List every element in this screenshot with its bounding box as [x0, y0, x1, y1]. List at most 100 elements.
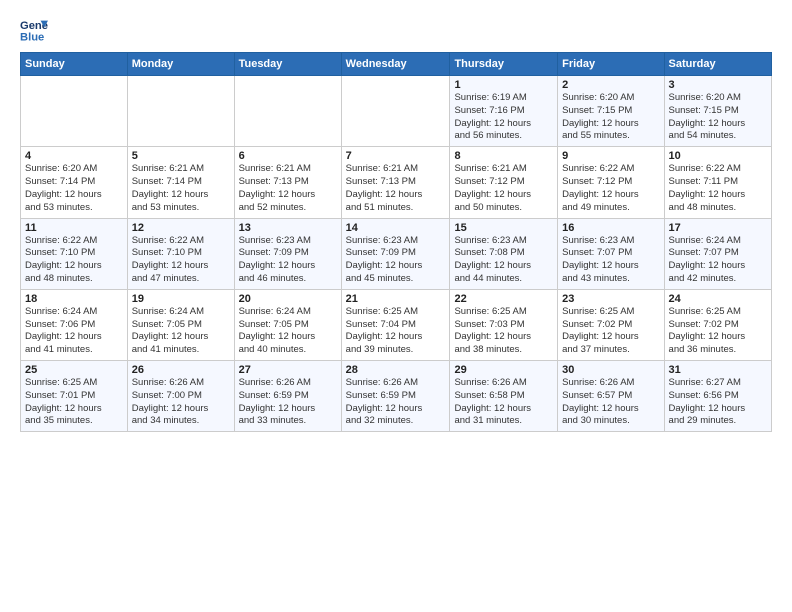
day-info: Sunrise: 6:22 AMSunset: 7:10 PMDaylight:…: [132, 235, 230, 286]
day-number: 20: [239, 293, 337, 305]
day-number: 16: [562, 222, 659, 234]
calendar-cell: [234, 76, 341, 147]
svg-text:Blue: Blue: [20, 31, 44, 43]
calendar-week-row: 18Sunrise: 6:24 AMSunset: 7:06 PMDayligh…: [21, 289, 772, 360]
calendar-cell: 12Sunrise: 6:22 AMSunset: 7:10 PMDayligh…: [127, 218, 234, 289]
day-info: Sunrise: 6:19 AMSunset: 7:16 PMDaylight:…: [454, 92, 553, 143]
day-number: 8: [454, 150, 553, 162]
day-info: Sunrise: 6:26 AMSunset: 6:59 PMDaylight:…: [346, 377, 446, 428]
calendar-cell: 27Sunrise: 6:26 AMSunset: 6:59 PMDayligh…: [234, 361, 341, 432]
day-info: Sunrise: 6:22 AMSunset: 7:10 PMDaylight:…: [25, 235, 123, 286]
day-info: Sunrise: 6:20 AMSunset: 7:15 PMDaylight:…: [562, 92, 659, 143]
calendar-cell: 8Sunrise: 6:21 AMSunset: 7:12 PMDaylight…: [450, 147, 558, 218]
calendar-week-row: 25Sunrise: 6:25 AMSunset: 7:01 PMDayligh…: [21, 361, 772, 432]
day-number: 11: [25, 222, 123, 234]
day-info: Sunrise: 6:27 AMSunset: 6:56 PMDaylight:…: [669, 377, 767, 428]
day-number: 26: [132, 364, 230, 376]
day-number: 1: [454, 79, 553, 91]
calendar-cell: 24Sunrise: 6:25 AMSunset: 7:02 PMDayligh…: [664, 289, 771, 360]
day-number: 12: [132, 222, 230, 234]
calendar-cell: 18Sunrise: 6:24 AMSunset: 7:06 PMDayligh…: [21, 289, 128, 360]
calendar-cell: [21, 76, 128, 147]
calendar-week-row: 1Sunrise: 6:19 AMSunset: 7:16 PMDaylight…: [21, 76, 772, 147]
calendar-cell: 7Sunrise: 6:21 AMSunset: 7:13 PMDaylight…: [341, 147, 450, 218]
day-number: 29: [454, 364, 553, 376]
day-number: 7: [346, 150, 446, 162]
weekday-header: Wednesday: [341, 53, 450, 76]
day-info: Sunrise: 6:20 AMSunset: 7:15 PMDaylight:…: [669, 92, 767, 143]
day-info: Sunrise: 6:24 AMSunset: 7:05 PMDaylight:…: [132, 306, 230, 357]
day-info: Sunrise: 6:20 AMSunset: 7:14 PMDaylight:…: [25, 163, 123, 214]
day-info: Sunrise: 6:24 AMSunset: 7:06 PMDaylight:…: [25, 306, 123, 357]
day-number: 17: [669, 222, 767, 234]
day-number: 2: [562, 79, 659, 91]
day-number: 4: [25, 150, 123, 162]
day-number: 13: [239, 222, 337, 234]
day-number: 5: [132, 150, 230, 162]
day-info: Sunrise: 6:21 AMSunset: 7:13 PMDaylight:…: [239, 163, 337, 214]
calendar-cell: 3Sunrise: 6:20 AMSunset: 7:15 PMDaylight…: [664, 76, 771, 147]
calendar-cell: 25Sunrise: 6:25 AMSunset: 7:01 PMDayligh…: [21, 361, 128, 432]
day-info: Sunrise: 6:24 AMSunset: 7:05 PMDaylight:…: [239, 306, 337, 357]
calendar-cell: 9Sunrise: 6:22 AMSunset: 7:12 PMDaylight…: [558, 147, 664, 218]
day-number: 19: [132, 293, 230, 305]
day-info: Sunrise: 6:22 AMSunset: 7:11 PMDaylight:…: [669, 163, 767, 214]
day-number: 9: [562, 150, 659, 162]
calendar-cell: 11Sunrise: 6:22 AMSunset: 7:10 PMDayligh…: [21, 218, 128, 289]
weekday-header: Sunday: [21, 53, 128, 76]
calendar-cell: 15Sunrise: 6:23 AMSunset: 7:08 PMDayligh…: [450, 218, 558, 289]
day-info: Sunrise: 6:21 AMSunset: 7:13 PMDaylight:…: [346, 163, 446, 214]
day-info: Sunrise: 6:25 AMSunset: 7:03 PMDaylight:…: [454, 306, 553, 357]
day-number: 28: [346, 364, 446, 376]
calendar-cell: 31Sunrise: 6:27 AMSunset: 6:56 PMDayligh…: [664, 361, 771, 432]
day-number: 10: [669, 150, 767, 162]
calendar-cell: 20Sunrise: 6:24 AMSunset: 7:05 PMDayligh…: [234, 289, 341, 360]
day-info: Sunrise: 6:22 AMSunset: 7:12 PMDaylight:…: [562, 163, 659, 214]
calendar-cell: 5Sunrise: 6:21 AMSunset: 7:14 PMDaylight…: [127, 147, 234, 218]
weekday-header: Tuesday: [234, 53, 341, 76]
day-number: 6: [239, 150, 337, 162]
day-number: 15: [454, 222, 553, 234]
calendar-cell: 13Sunrise: 6:23 AMSunset: 7:09 PMDayligh…: [234, 218, 341, 289]
calendar-cell: [341, 76, 450, 147]
weekday-header: Friday: [558, 53, 664, 76]
calendar-cell: 16Sunrise: 6:23 AMSunset: 7:07 PMDayligh…: [558, 218, 664, 289]
logo-icon: General Blue: [20, 16, 48, 44]
day-number: 30: [562, 364, 659, 376]
calendar-cell: 29Sunrise: 6:26 AMSunset: 6:58 PMDayligh…: [450, 361, 558, 432]
day-info: Sunrise: 6:23 AMSunset: 7:09 PMDaylight:…: [346, 235, 446, 286]
calendar-cell: 17Sunrise: 6:24 AMSunset: 7:07 PMDayligh…: [664, 218, 771, 289]
calendar-cell: 2Sunrise: 6:20 AMSunset: 7:15 PMDaylight…: [558, 76, 664, 147]
day-number: 21: [346, 293, 446, 305]
calendar-cell: [127, 76, 234, 147]
calendar-cell: 6Sunrise: 6:21 AMSunset: 7:13 PMDaylight…: [234, 147, 341, 218]
day-info: Sunrise: 6:23 AMSunset: 7:07 PMDaylight:…: [562, 235, 659, 286]
day-info: Sunrise: 6:23 AMSunset: 7:08 PMDaylight:…: [454, 235, 553, 286]
day-info: Sunrise: 6:25 AMSunset: 7:02 PMDaylight:…: [562, 306, 659, 357]
calendar-cell: 10Sunrise: 6:22 AMSunset: 7:11 PMDayligh…: [664, 147, 771, 218]
calendar-cell: 23Sunrise: 6:25 AMSunset: 7:02 PMDayligh…: [558, 289, 664, 360]
page-header: General Blue: [20, 16, 772, 44]
calendar-cell: 4Sunrise: 6:20 AMSunset: 7:14 PMDaylight…: [21, 147, 128, 218]
day-info: Sunrise: 6:24 AMSunset: 7:07 PMDaylight:…: [669, 235, 767, 286]
calendar-cell: 21Sunrise: 6:25 AMSunset: 7:04 PMDayligh…: [341, 289, 450, 360]
day-number: 27: [239, 364, 337, 376]
weekday-header: Thursday: [450, 53, 558, 76]
calendar-table: SundayMondayTuesdayWednesdayThursdayFrid…: [20, 52, 772, 432]
calendar-cell: 22Sunrise: 6:25 AMSunset: 7:03 PMDayligh…: [450, 289, 558, 360]
day-number: 25: [25, 364, 123, 376]
day-info: Sunrise: 6:26 AMSunset: 6:59 PMDaylight:…: [239, 377, 337, 428]
logo: General Blue: [20, 16, 48, 44]
weekday-header: Monday: [127, 53, 234, 76]
day-info: Sunrise: 6:25 AMSunset: 7:01 PMDaylight:…: [25, 377, 123, 428]
weekday-header-row: SundayMondayTuesdayWednesdayThursdayFrid…: [21, 53, 772, 76]
day-number: 22: [454, 293, 553, 305]
day-info: Sunrise: 6:26 AMSunset: 6:57 PMDaylight:…: [562, 377, 659, 428]
day-info: Sunrise: 6:26 AMSunset: 6:58 PMDaylight:…: [454, 377, 553, 428]
weekday-header: Saturday: [664, 53, 771, 76]
calendar-cell: 1Sunrise: 6:19 AMSunset: 7:16 PMDaylight…: [450, 76, 558, 147]
day-info: Sunrise: 6:25 AMSunset: 7:02 PMDaylight:…: [669, 306, 767, 357]
calendar-cell: 30Sunrise: 6:26 AMSunset: 6:57 PMDayligh…: [558, 361, 664, 432]
day-info: Sunrise: 6:21 AMSunset: 7:12 PMDaylight:…: [454, 163, 553, 214]
calendar-page: General Blue SundayMondayTuesdayWednesda…: [0, 0, 792, 612]
